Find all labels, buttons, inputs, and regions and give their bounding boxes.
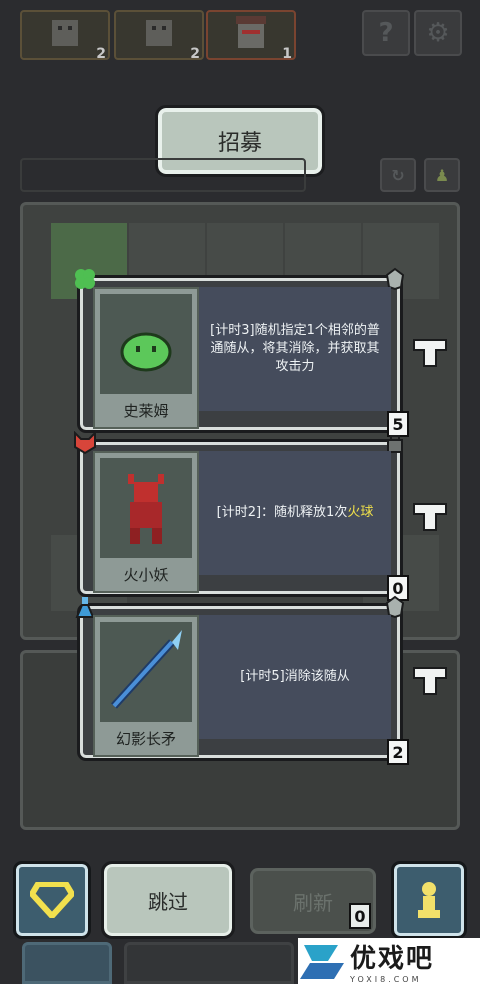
- ghost-unit-icon: [52, 20, 78, 46]
- hammer-icon[interactable]: [412, 664, 448, 698]
- recruit-label: 招募: [217, 131, 262, 156]
- unit-portrait: 幻影长矛: [93, 615, 199, 757]
- unit-description: [计时5]消除该随从: [199, 615, 391, 739]
- unit-name: 幻影长矛: [115, 730, 176, 748]
- recruit-card[interactable]: 幻影长矛 [计时5]消除该随从 2: [75, 595, 409, 765]
- unit-description: [计时3]随机指定1个相邻的普通随从，将其消除，并获取其攻击力: [199, 287, 391, 411]
- progress-frame: [20, 158, 306, 192]
- gear-icon: ⚙: [426, 18, 450, 48]
- skip-label: 跳过: [148, 889, 188, 914]
- help-icon: ?: [378, 18, 394, 48]
- pawn-icon: [418, 882, 440, 918]
- hammer-icon[interactable]: [412, 500, 448, 534]
- settings-button[interactable]: ⚙: [414, 10, 462, 56]
- unit-level: 2: [387, 739, 409, 765]
- skip-button[interactable]: 跳过: [101, 861, 235, 939]
- pawn-button[interactable]: [391, 861, 467, 939]
- gem-button[interactable]: [13, 861, 91, 939]
- slot-count: 2: [190, 46, 200, 62]
- unit-description: [计时2]：随机释放1次火球: [199, 451, 391, 575]
- slime-icon: [100, 294, 192, 394]
- hammer-icon[interactable]: [412, 336, 448, 370]
- refresh-label: 刷新: [293, 890, 333, 915]
- desc-text: [计时2]：随机释放1次: [216, 505, 348, 520]
- unit-name: 火小妖: [123, 566, 169, 584]
- diamond-icon: [30, 882, 74, 918]
- pawn-icon: ♟: [434, 165, 450, 185]
- refresh-button[interactable]: 刷新 0: [250, 868, 376, 934]
- unit-slot-3[interactable]: 1: [206, 10, 296, 62]
- pawn-mini-button[interactable]: ♟: [424, 158, 460, 192]
- spear-icon: [100, 622, 192, 722]
- watermark-logo: [300, 945, 344, 979]
- unit-portrait: 火小妖: [93, 451, 199, 593]
- wizard-unit-icon: [236, 16, 266, 48]
- recruit-card[interactable]: 史莱姆 [计时3]随机指定1个相邻的普通随从，将其消除，并获取其攻击力 5: [75, 267, 409, 437]
- unit-slot-1[interactable]: 2: [20, 10, 110, 62]
- undo-button[interactable]: ↻: [380, 158, 416, 192]
- site-watermark: 优戏吧 YOXI8.COM: [298, 938, 480, 984]
- fireball-keyword: 火球: [347, 505, 374, 520]
- undo-icon: ↻: [391, 165, 405, 185]
- unit-name: 史莱姆: [123, 402, 169, 420]
- recruit-card[interactable]: 火小妖 [计时2]：随机释放1次火球 0: [74, 430, 409, 601]
- start-battle-button[interactable]: [124, 942, 294, 984]
- watermark-text: 优戏吧: [350, 944, 435, 974]
- slot-count: 1: [282, 46, 292, 62]
- ghost-unit-icon: [146, 20, 172, 46]
- unit-slot-2[interactable]: 2: [114, 10, 204, 62]
- refresh-count: 0: [349, 903, 371, 929]
- unit-portrait: 史莱姆: [93, 287, 199, 429]
- help-button[interactable]: ?: [362, 10, 410, 56]
- sword-button[interactable]: [22, 942, 112, 984]
- watermark-sub: YOXI8.COM: [350, 975, 422, 984]
- slot-count: 2: [96, 46, 106, 62]
- fire-imp-icon: [100, 458, 192, 558]
